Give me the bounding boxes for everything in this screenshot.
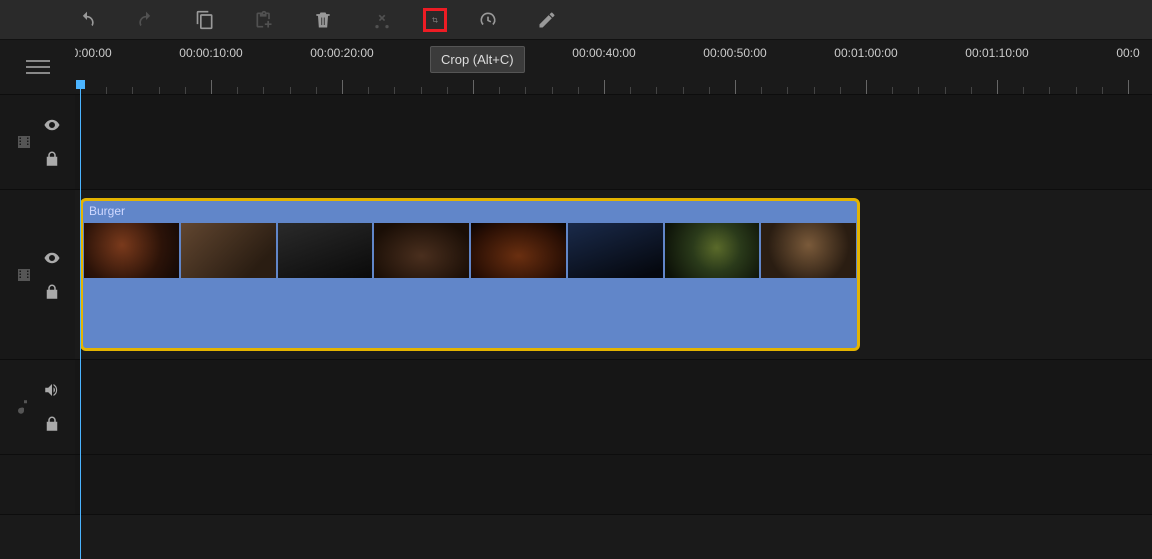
clip-title: Burger [83, 201, 857, 221]
mute-toggle[interactable] [43, 381, 61, 399]
clip-thumbnails [83, 223, 857, 278]
time-label: 00:01:10:00 [965, 46, 1028, 60]
color-edit-button[interactable] [535, 8, 559, 32]
ruler-row: 00:00:00:0000:00:10:0000:00:20:0000:00:3… [0, 40, 1152, 95]
track-body-3[interactable] [75, 360, 1152, 454]
lock-toggle[interactable] [43, 415, 61, 433]
thumbnail [278, 223, 373, 278]
track-video-1 [0, 95, 1152, 190]
hamburger-icon [26, 60, 50, 74]
time-label: 00:00:20:00 [310, 46, 373, 60]
track-empty [0, 455, 1152, 515]
visibility-toggle[interactable] [43, 116, 61, 134]
time-label: 00:00:00:00 [75, 46, 112, 60]
film-icon [15, 133, 33, 151]
undo-button[interactable] [75, 8, 99, 32]
time-label: 00:00:50:00 [703, 46, 766, 60]
track-head-2 [0, 190, 75, 359]
visibility-toggle[interactable] [43, 249, 61, 267]
timeline-menu[interactable] [0, 40, 75, 94]
time-label: 00:01:00:00 [834, 46, 897, 60]
track-body-4[interactable] [75, 455, 1152, 514]
lock-toggle[interactable] [43, 283, 61, 301]
split-button[interactable] [370, 8, 394, 32]
playhead[interactable] [80, 80, 81, 559]
track-body-2[interactable]: Burger [75, 190, 1152, 359]
thumbnail [761, 223, 856, 278]
time-label: 00:00:10:00 [179, 46, 242, 60]
track-head-1 [0, 95, 75, 189]
delete-button[interactable] [311, 8, 335, 32]
redo-button[interactable] [134, 8, 158, 32]
track-head-3 [0, 360, 75, 454]
timeline-area: 00:00:00:0000:00:10:0000:00:20:0000:00:3… [0, 40, 1152, 559]
lock-toggle[interactable] [43, 150, 61, 168]
thumbnail [665, 223, 760, 278]
time-ruler[interactable]: 00:00:00:0000:00:10:0000:00:20:0000:00:3… [75, 40, 1152, 94]
track-video-2: Burger [0, 190, 1152, 360]
paste-button[interactable] [252, 8, 276, 32]
thumbnail [374, 223, 469, 278]
track-head-4 [0, 455, 75, 514]
speed-button[interactable] [476, 8, 500, 32]
track-body-1[interactable] [75, 95, 1152, 189]
video-clip[interactable]: Burger [80, 198, 860, 351]
time-label: 00:0 [1116, 46, 1139, 60]
track-audio-1 [0, 360, 1152, 455]
film-icon [15, 266, 33, 284]
toolbar [0, 0, 1152, 40]
crop-tooltip: Crop (Alt+C) [430, 46, 525, 73]
thumbnail [181, 223, 276, 278]
thumbnail [568, 223, 663, 278]
thumbnail [471, 223, 566, 278]
copy-button[interactable] [193, 8, 217, 32]
thumbnail [84, 223, 179, 278]
music-icon [15, 398, 33, 416]
time-label: 00:00:40:00 [572, 46, 635, 60]
crop-button[interactable] [423, 8, 447, 32]
